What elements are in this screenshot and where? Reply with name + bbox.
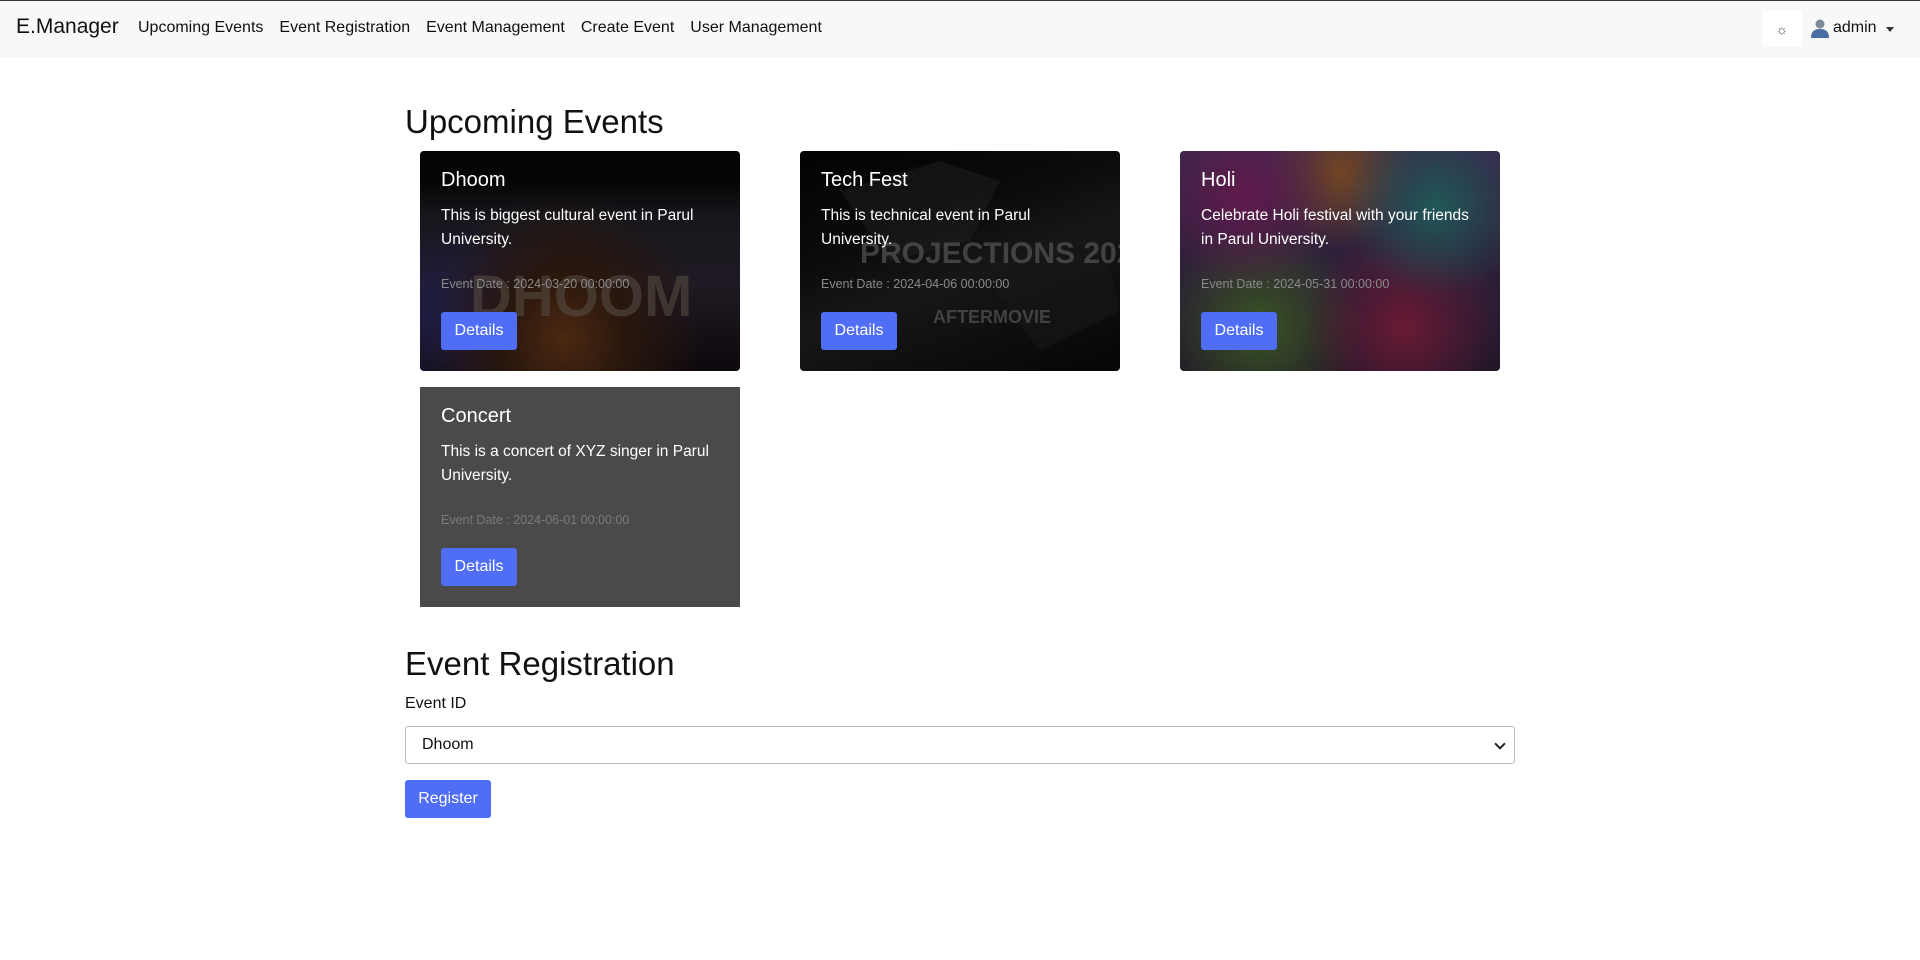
- brand-logo[interactable]: E.Manager: [16, 15, 119, 39]
- event-description: This is a concert of XYZ singer in Parul…: [441, 443, 709, 484]
- nav-link-event-registration[interactable]: Event Registration: [279, 19, 410, 37]
- event-title: Dhoom: [441, 169, 506, 191]
- nav-link-upcoming-events[interactable]: Upcoming Events: [138, 19, 263, 37]
- user-icon: [1810, 18, 1830, 38]
- details-button[interactable]: Details: [821, 312, 897, 350]
- event-title: Holi: [1201, 169, 1236, 191]
- upcoming-events-heading: Upcoming Events: [405, 103, 664, 140]
- event-title: Concert: [441, 405, 512, 427]
- event-card-tech-fest: PROJECTIONS 2023 AFTERMOVIE Tech Fest Th…: [800, 151, 1120, 371]
- nav-links: Upcoming Events Event Registration Event…: [138, 19, 838, 37]
- nav-link-create-event[interactable]: Create Event: [581, 19, 674, 37]
- event-date: Event Date : 2024-04-06 00:00:00: [821, 277, 1010, 291]
- event-registration-heading: Event Registration: [405, 645, 675, 682]
- chevron-down-icon: [1885, 26, 1894, 32]
- event-card-holi: Holi Celebrate Holi festival with your f…: [1180, 151, 1500, 371]
- details-button[interactable]: Details: [441, 548, 517, 586]
- details-button[interactable]: Details: [1201, 312, 1277, 350]
- nav-link-event-management[interactable]: Event Management: [426, 19, 565, 37]
- chevron-down-icon: [1494, 738, 1506, 750]
- event-card-dhoom: DHOOM Dhoom This is biggest cultural eve…: [420, 151, 740, 371]
- event-id-select[interactable]: Dhoom: [405, 726, 1515, 764]
- nav-link-user-management[interactable]: User Management: [690, 19, 822, 37]
- user-menu-dropdown[interactable]: admin: [1810, 18, 1894, 38]
- register-button[interactable]: Register: [405, 780, 491, 818]
- event-description: This is technical event in Parul Univers…: [821, 207, 1031, 248]
- event-date: Event Date : 2024-05-31 00:00:00: [1201, 277, 1390, 291]
- top-navbar: E.Manager Upcoming Events Event Registra…: [0, 0, 1920, 57]
- event-id-selected-value: Dhoom: [422, 736, 474, 753]
- event-id-label: Event ID: [405, 695, 467, 712]
- event-description: This is biggest cultural event in Parul …: [441, 207, 694, 248]
- theme-toggle-button[interactable]: ☼: [1762, 11, 1802, 47]
- event-title: Tech Fest: [821, 169, 908, 191]
- details-button[interactable]: Details: [441, 312, 517, 350]
- event-card-concert: Concert This is a concert of XYZ singer …: [420, 387, 740, 607]
- event-date: Event Date : 2024-03-20 00:00:00: [441, 277, 630, 291]
- user-name: admin: [1833, 19, 1877, 36]
- sun-icon: ☼: [1776, 21, 1788, 37]
- event-description: Celebrate Holi festival with your friend…: [1201, 207, 1469, 248]
- event-date: Event Date : 2024-06-01 00:00:00: [441, 513, 630, 527]
